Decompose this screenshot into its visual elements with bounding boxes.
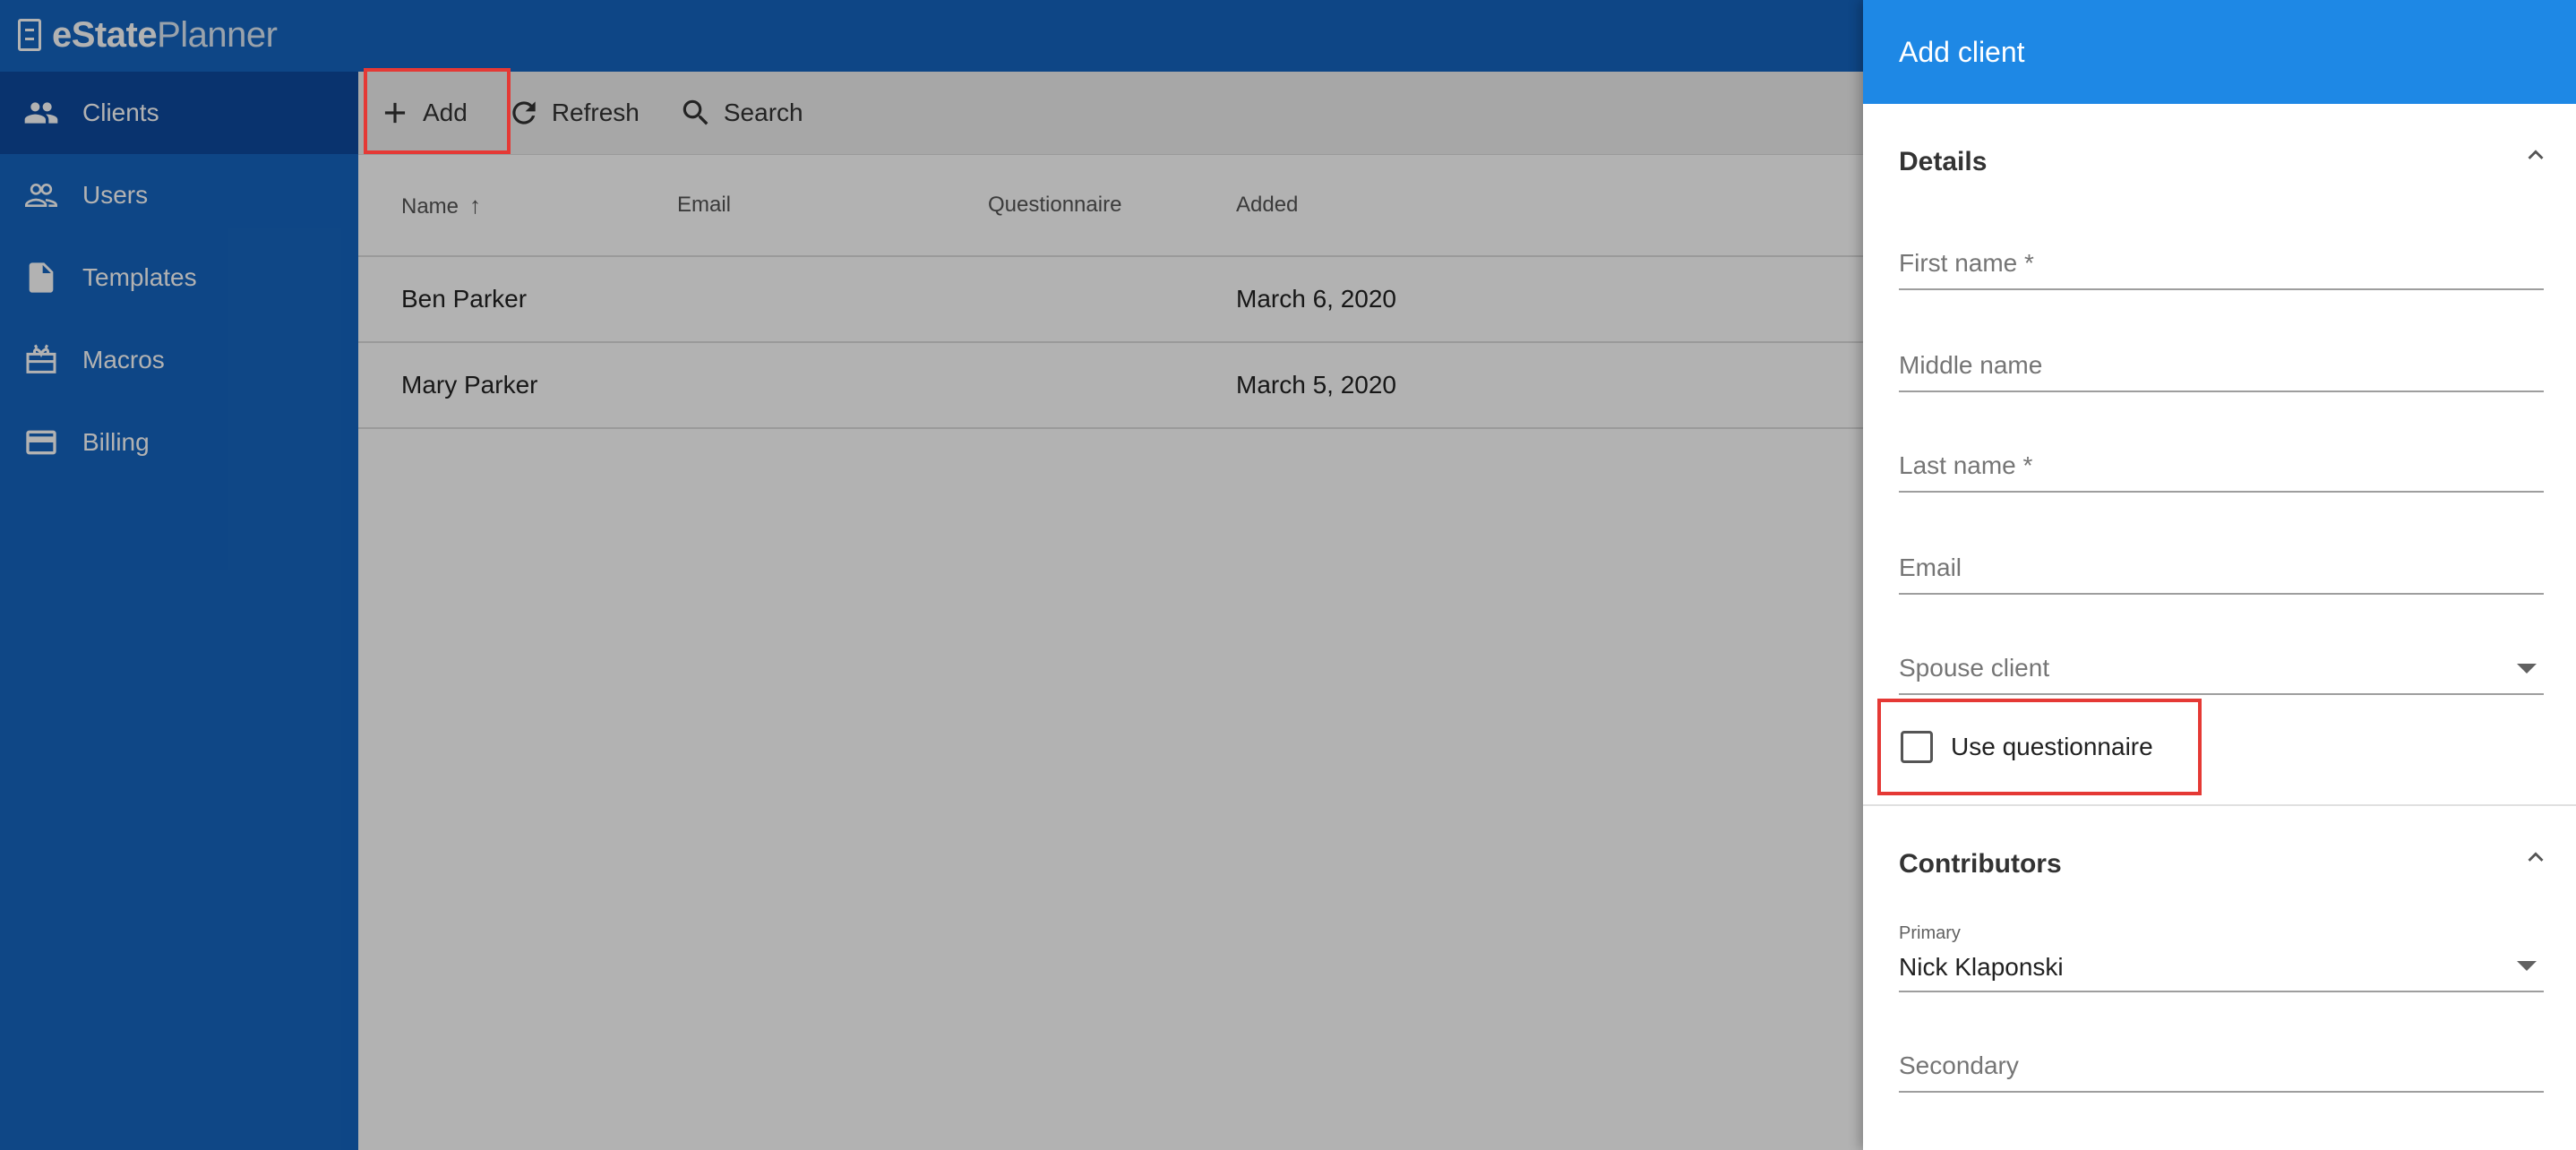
details-section-title[interactable]: Details [1899, 147, 1987, 177]
email-field[interactable]: Email [1899, 530, 2544, 595]
contributors-section-title[interactable]: Contributors [1899, 849, 2062, 880]
middle-name-label: Middle name [1899, 351, 2043, 379]
add-client-drawer: Add client Details First name * Middle n… [1863, 0, 2576, 1150]
secondary-label: Secondary [1899, 1051, 2019, 1079]
spouse-client-select[interactable]: Spouse client [1899, 631, 2544, 695]
drawer-header: Add client [1863, 0, 2576, 104]
add-button-highlight [364, 68, 511, 154]
email-label: Email [1899, 554, 1962, 581]
chevron-up-icon[interactable] [2520, 140, 2551, 170]
primary-value: Nick Klaponski [1899, 953, 2064, 981]
last-name-label: Last name * [1899, 451, 2033, 479]
first-name-field[interactable]: First name * [1899, 226, 2544, 290]
last-name-field[interactable]: Last name * [1899, 428, 2544, 493]
use-questionnaire-label[interactable]: Use questionnaire [1951, 733, 2153, 761]
dropdown-arrow-icon [2517, 664, 2537, 674]
spouse-client-label: Spouse client [1899, 654, 2050, 682]
modal-backdrop[interactable] [0, 0, 1863, 1150]
middle-name-field[interactable]: Middle name [1899, 328, 2544, 392]
secondary-contributor-select[interactable]: Secondary [1899, 1028, 2544, 1093]
primary-label: Primary [1899, 923, 1961, 943]
primary-contributor-select[interactable]: Primary Nick Klaponski [1899, 923, 2544, 992]
use-questionnaire-checkbox[interactable] [1901, 731, 1933, 763]
drawer-title: Add client [1899, 35, 2025, 68]
use-questionnaire-highlight: Use questionnaire [1877, 699, 2202, 795]
section-divider [1863, 804, 2576, 806]
chevron-up-icon[interactable] [2520, 842, 2551, 872]
dropdown-arrow-icon [2517, 961, 2537, 971]
first-name-label: First name * [1899, 249, 2034, 277]
